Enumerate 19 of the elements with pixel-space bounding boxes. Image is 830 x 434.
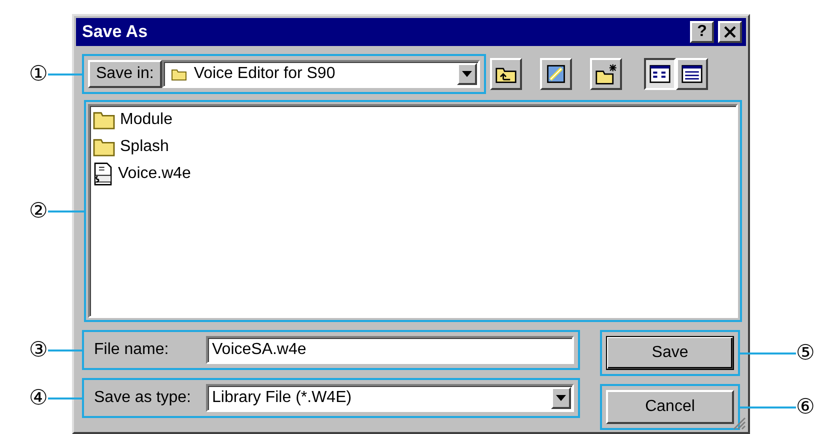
file-item[interactable]: Splash	[90, 133, 736, 160]
window-title: Save As	[82, 21, 148, 44]
save-in-dropdown[interactable]: Voice Editor for S90	[162, 60, 480, 88]
callout-number: ④	[29, 388, 48, 408]
file-item[interactable]: Voice.w4e	[90, 160, 736, 187]
file-item[interactable]: Module	[90, 106, 736, 133]
save-as-type-dropdown[interactable]: Library File (*.W4E)	[206, 384, 574, 412]
callout-number: ②	[29, 200, 48, 222]
callout-number: ①	[29, 64, 48, 84]
save-as-type-label: Save as type:	[93, 388, 192, 408]
file-name-field[interactable]: VoiceSA.w4e	[206, 336, 574, 364]
file-name-label: File name:	[93, 340, 170, 360]
callout-number: ③	[29, 340, 48, 360]
callout-number: ⑤	[796, 342, 815, 364]
save-button[interactable]: Save	[606, 336, 734, 370]
help-button[interactable]: ?	[690, 21, 714, 43]
callout-number: ⑥	[796, 396, 815, 418]
cancel-button[interactable]: Cancel	[606, 390, 734, 424]
save-in-label: Save in:	[88, 60, 162, 88]
